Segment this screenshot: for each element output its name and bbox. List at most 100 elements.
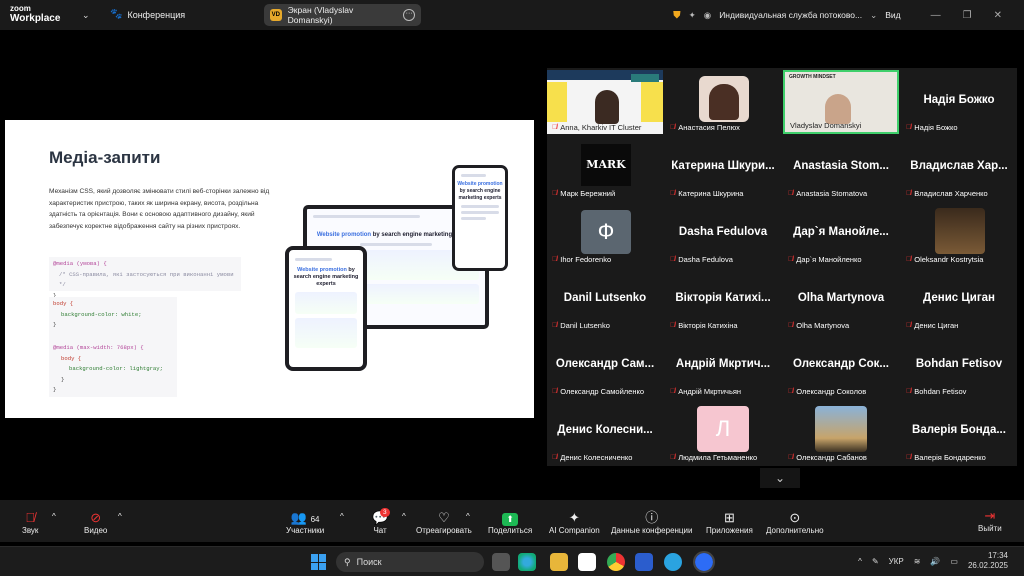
avatar: MARK (581, 144, 631, 186)
chat-badge: 3 (380, 508, 390, 517)
code-line: } (53, 321, 57, 328)
meeting-label: Конференция (127, 9, 186, 20)
participant-tile[interactable]: Danil Lutsenko 🎙̸ Danil Lutsenko (547, 268, 663, 332)
clock[interactable]: 17:34 26.02.2025 (968, 551, 1008, 571)
store-icon[interactable] (578, 553, 596, 571)
mic-muted-icon: 🎙̸ (906, 322, 912, 329)
mic-muted-icon: 🎙̸ (906, 256, 912, 263)
participant-tile[interactable]: Вікторія Катихі... 🎙̸ Вікторія Катихіна (665, 268, 781, 332)
participant-tile[interactable]: Катерина Шкури... 🎙̸ Катерина Шкурина (665, 136, 781, 200)
language-indicator[interactable]: УКР (889, 557, 904, 566)
video-button[interactable]: ⊘ Видео (84, 510, 107, 535)
participant-name: Olha Martynova (796, 321, 850, 330)
participant-tile[interactable]: Надія Божко 🎙̸ Надія Божко (901, 70, 1017, 134)
participant-tile[interactable]: 🎙̸ Anna, Kharkiv IT Cluster (547, 70, 663, 134)
mic-muted-icon: 🎙̸ (552, 256, 558, 263)
participant-tile[interactable]: Андрій Мкртич... 🎙̸ Андрій Мкртичьян (665, 334, 781, 398)
mic-muted-icon: 🎙̸ (25, 510, 36, 525)
screen-share-indicator[interactable]: VD Экран (Vladyslav Domanskyi) ··· (264, 4, 421, 26)
file-explorer-icon[interactable] (550, 553, 568, 571)
edge-icon[interactable] (518, 553, 536, 571)
sparkle-icon[interactable]: ✦ (689, 10, 696, 21)
chevron-up-icon[interactable]: ^ (52, 512, 56, 521)
participant-tile[interactable]: Дар`я Манойле... 🎙̸ Дар`я Манойленко (783, 202, 899, 266)
participant-tile[interactable]: Dasha Fedulova 🎙̸ Dasha Fedulova (665, 202, 781, 266)
participant-tile[interactable]: Bohdan Fetisov 🎙̸ Bohdan Fetisov (901, 334, 1017, 398)
meeting-info-button[interactable]: ⓘ Данные конференции (611, 510, 692, 535)
more-button[interactable]: ⊙ Дополнительно (766, 510, 824, 535)
participant-tile[interactable]: Олександр Сок... 🎙̸ Олександр Соколов (783, 334, 899, 398)
mute-button[interactable]: 🎙̸ Звук (22, 510, 38, 535)
battery-icon[interactable]: ▭ (950, 557, 958, 566)
chat-button[interactable]: 💬 3 Чат (372, 508, 390, 535)
chevron-up-icon[interactable]: ^ (402, 512, 406, 521)
participant-name: Dasha Fedulova (678, 255, 733, 264)
participant-tile[interactable]: MARK 🎙̸ Марк Бережний (547, 136, 663, 200)
mic-muted-icon: 🎙̸ (670, 190, 676, 197)
more-icon: ⊙ (789, 510, 801, 525)
participant-display-name: Денис Циган (923, 292, 995, 304)
volume-icon[interactable]: 🔊 (930, 557, 940, 566)
participant-tile[interactable]: Anastasia Stom... 🎙̸ Anastasia Stomatova (783, 136, 899, 200)
zoom-taskbar-icon[interactable] (693, 551, 715, 573)
sparkle-icon: ✦ (568, 510, 580, 525)
react-button[interactable]: ♡ Отреагировать (416, 510, 472, 535)
code-line: @media (max-width: 768px) { (53, 344, 144, 351)
leave-icon: ⇥ (984, 508, 996, 523)
taskbar-search[interactable]: ⚲ Поиск (336, 552, 484, 572)
livestream-icon[interactable]: ◉ (704, 10, 711, 21)
search-placeholder: Поиск (356, 557, 382, 567)
chevron-up-icon[interactable]: ^ (466, 512, 470, 521)
logo-line2: Workplace (10, 13, 61, 24)
close-icon[interactable]: ✕ (994, 10, 1002, 21)
maximize-icon[interactable]: ❐ (963, 10, 972, 21)
participant-display-name: Anastasia Stom... (793, 160, 889, 172)
search-icon: ⚲ (344, 556, 351, 567)
chevron-down-icon[interactable]: ⌄ (82, 10, 90, 21)
participant-tile[interactable]: Денис Колесни... 🎙̸ Денис Колесниченко (547, 400, 663, 464)
chevron-up-icon[interactable]: ^ (858, 557, 862, 566)
leave-button[interactable]: ⇥ Выйти (978, 508, 1002, 533)
participant-tile[interactable]: Ф 🎙̸ Ihor Fedorenko (547, 202, 663, 266)
task-view-icon[interactable] (492, 553, 510, 571)
pen-icon[interactable]: ✎ (872, 557, 879, 566)
participant-tile[interactable]: Л 🎙̸ Людмила Гетьманенко (665, 400, 781, 464)
share-screen-button[interactable]: ⬆ Поделиться (488, 510, 532, 535)
participants-count: 64 (310, 515, 320, 524)
participant-tile[interactable]: Olha Martynova 🎙̸ Olha Martynova (783, 268, 899, 332)
shield-icon[interactable]: ⛊ (673, 10, 681, 21)
minimize-icon[interactable]: — (931, 10, 941, 21)
mic-muted-icon: 🎙̸ (552, 124, 558, 131)
code-line: body { (53, 300, 74, 307)
participant-tile[interactable]: Владислав Хар... 🎙̸ Владислав Харченко (901, 136, 1017, 200)
chevron-down-icon[interactable]: ⌄ (870, 10, 877, 21)
participant-tile-active-speaker[interactable]: GROWTH MINDSET Vladyslav Domanskyi (783, 70, 899, 134)
streaming-service-label[interactable]: Индивидуальная служба потоково... (719, 10, 862, 20)
windows-start-icon[interactable] (311, 554, 327, 570)
participant-tile[interactable]: Денис Циган 🎙̸ Денис Циган (901, 268, 1017, 332)
more-label: Дополнительно (766, 526, 824, 535)
participant-display-name: Владислав Хар... (910, 160, 1008, 172)
wifi-icon[interactable]: ≋ (914, 557, 921, 566)
more-options-icon[interactable]: ··· (403, 9, 415, 21)
apps-button[interactable]: ⊞ Приложения (706, 510, 753, 535)
code-line: @media (умова) { (53, 260, 107, 267)
word-icon[interactable] (635, 553, 653, 571)
participant-tile[interactable]: 🎙̸ Анастасия Пелюх (665, 70, 781, 134)
meeting-menu[interactable]: 🐾 Конференция (110, 9, 185, 20)
avatar: Л (697, 406, 749, 452)
chevron-up-icon[interactable]: ^ (340, 512, 344, 521)
chevron-up-icon[interactable]: ^ (118, 512, 122, 521)
participant-tile[interactable]: 🎙̸ Oleksandr Kostrytsia (901, 202, 1017, 266)
gallery-next-page-chevron-icon[interactable]: ⌄ (760, 468, 800, 488)
view-button[interactable]: Вид (885, 10, 900, 20)
participant-tile[interactable]: Валерія Бонда... 🎙̸ Валерія Бондаренко (901, 400, 1017, 464)
chrome-icon[interactable] (607, 553, 625, 571)
participant-gallery: 🎙̸ Anna, Kharkiv IT Cluster 🎙̸ Анастасия П… (547, 68, 1017, 466)
ai-companion-button[interactable]: ✦ AI Companion (549, 510, 600, 535)
participant-tile[interactable]: Олександр Сам... 🎙̸ Олександр Самойленко (547, 334, 663, 398)
telegram-icon[interactable] (664, 553, 682, 571)
mic-muted-icon: 🎙̸ (670, 124, 676, 131)
participants-button[interactable]: 👥 64 Участники (286, 510, 324, 535)
participant-tile[interactable]: 🎙̸ Олександр Сабанов (783, 400, 899, 464)
